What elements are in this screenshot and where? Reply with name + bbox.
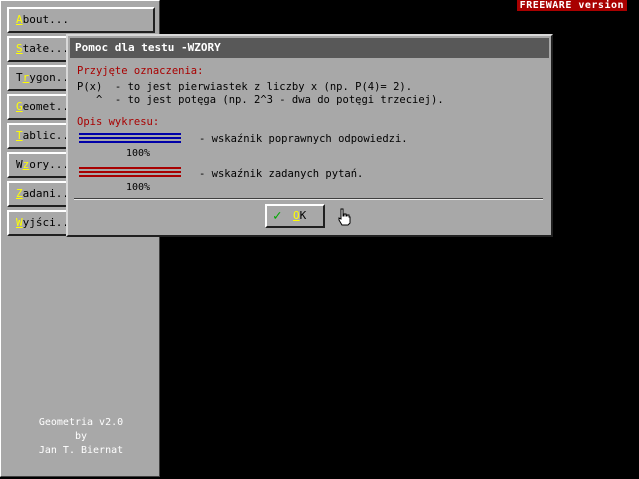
hand-cursor-icon [338, 208, 351, 226]
hotkey: O [293, 209, 300, 222]
ok-label: OK [293, 207, 306, 225]
credits-author: Jan T. Biernat [38, 445, 124, 456]
freeware-banner: FREEWARE version [516, 0, 627, 11]
correct-answers-desc: - wskaźnik poprawnych odpowiedzi. [199, 133, 408, 145]
asked-questions-percent: 100% [126, 182, 151, 193]
label-prefix: W [16, 158, 23, 171]
label: bout... [22, 13, 69, 26]
help-dialog: Pomoc dla testu -WZORY Przyjęte oznaczen… [66, 34, 553, 237]
label-prefix: T [16, 71, 23, 84]
correct-answers-percent: 100% [126, 148, 151, 159]
credits-by: by [74, 431, 88, 442]
credits-app-version: Geometria v2.0 [38, 417, 124, 428]
hotkey: A [16, 13, 23, 26]
chart-heading: Opis wykresu: [77, 116, 160, 128]
dialog-title: Pomoc dla testu -WZORY [70, 38, 549, 58]
ok-button[interactable]: ✓ OK [265, 204, 325, 228]
correct-answers-indicator-bar [79, 133, 181, 144]
asked-questions-desc: - wskaźnik zadanych pytań. [199, 168, 364, 180]
hotkey: W [16, 216, 23, 229]
label: tałe... [22, 42, 69, 55]
checkmark-icon: ✓ [273, 208, 282, 224]
asked-questions-indicator-bar [79, 167, 181, 178]
dialog-separator [74, 198, 543, 200]
label: ory... [29, 158, 69, 171]
menu-about-button[interactable]: About... [7, 7, 155, 33]
hotkey: T [16, 129, 23, 142]
notation-power-line: ^ - to jest potęga (np. 2^3 - dwa do pot… [77, 94, 444, 106]
label: K [299, 209, 307, 222]
hotkey: S [16, 42, 23, 55]
hotkey: G [16, 100, 23, 113]
notation-root-line: P(x) - to jest pierwiastek z liczby x (n… [77, 81, 413, 93]
hotkey: Z [16, 187, 23, 200]
credits: Geometria v2.0 by Jan T. Biernat [1, 416, 161, 458]
notation-heading: Przyjęte oznaczenia: [77, 65, 204, 77]
